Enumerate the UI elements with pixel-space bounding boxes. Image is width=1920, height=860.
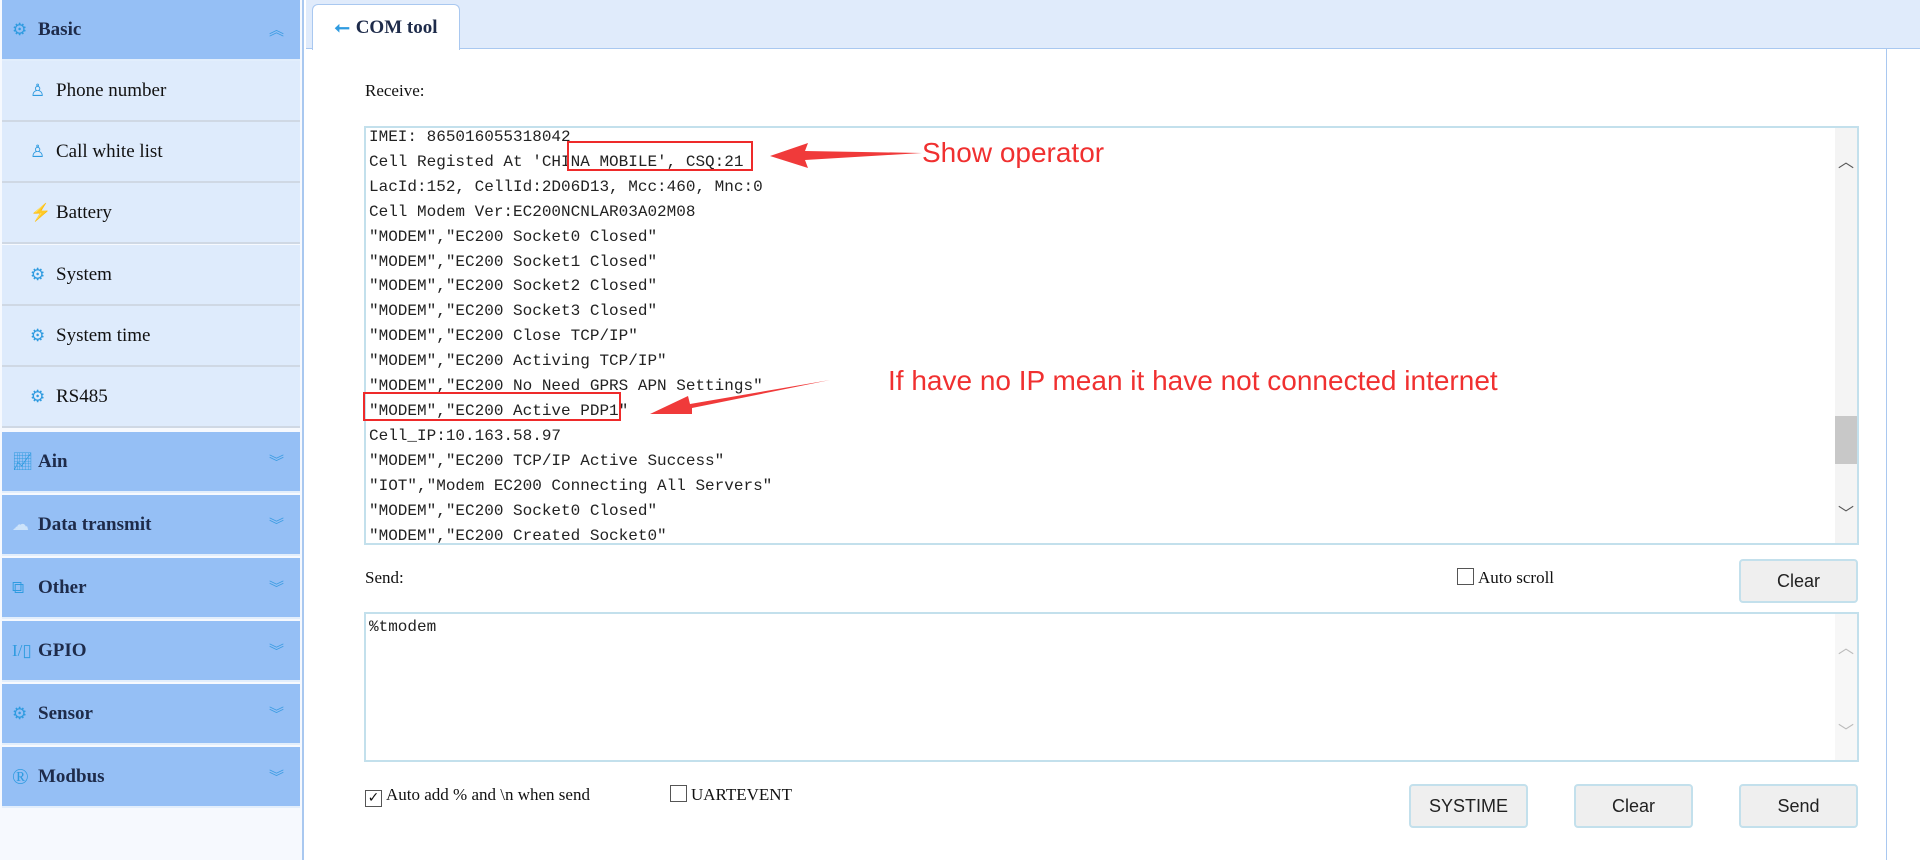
send-label: Send: [365, 568, 404, 587]
arrow-ip [650, 380, 830, 414]
send-textarea[interactable]: %tmodem ︿ ﹀ [364, 612, 1859, 762]
scroll-down-icon[interactable]: ﹀ [1835, 718, 1857, 742]
auto-add-checkbox[interactable]: ✓ Auto add % and \n when send [365, 785, 590, 807]
send-input-value: %tmodem [369, 618, 437, 636]
send-scrollbar[interactable]: ︿ ﹀ [1835, 614, 1857, 760]
arrow-operator [770, 143, 922, 168]
clear-receive-button[interactable]: Clear [1739, 559, 1858, 603]
checkbox-checked[interactable]: ✓ [365, 790, 382, 807]
checkbox[interactable] [670, 785, 687, 802]
annotation-operator: Show operator [922, 137, 1105, 168]
systime-button[interactable]: SYSTIME [1409, 784, 1528, 828]
send-button[interactable]: Send [1739, 784, 1858, 828]
clear-send-button[interactable]: Clear [1574, 784, 1693, 828]
scroll-up-icon[interactable]: ︿ [1835, 634, 1857, 658]
annotation-ip: If have no IP mean it have not connected… [888, 365, 1498, 396]
checkbox[interactable] [1457, 568, 1474, 585]
uartevent-checkbox[interactable]: UARTEVENT [670, 785, 792, 805]
auto-scroll-checkbox[interactable]: Auto scroll [1457, 568, 1554, 588]
